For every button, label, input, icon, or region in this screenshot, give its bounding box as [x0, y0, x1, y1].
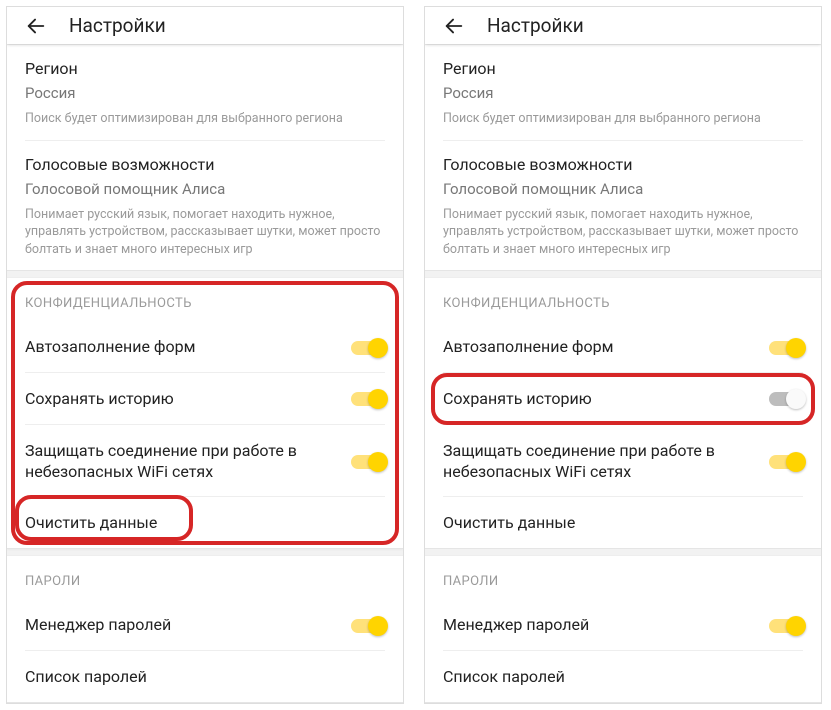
region-hint: Поиск будет оптимизирован для выбранного…	[443, 110, 803, 128]
wifi-protect-row[interactable]: Защищать соединение при работе в небезоп…	[25, 424, 385, 497]
voice-hint: Понимает русский язык, помогает находить…	[443, 206, 803, 259]
privacy-header: КОНФИДЕНЦИАЛЬНОСТЬ	[25, 278, 385, 321]
settings-screen-right: Настройки Регион Россия Поиск будет опти…	[424, 6, 822, 704]
region-setting[interactable]: Регион Россия Поиск будет оптимизирован …	[443, 45, 803, 140]
autofill-label: Автозаполнение форм	[443, 337, 614, 358]
history-label: Сохранять историю	[25, 389, 174, 410]
history-label: Сохранять историю	[443, 389, 592, 410]
clear-data-row[interactable]: Очистить данные	[25, 496, 385, 548]
password-manager-label: Менеджер паролей	[25, 615, 171, 636]
page-title: Настройки	[487, 14, 584, 37]
history-toggle[interactable]	[351, 392, 385, 406]
wifi-protect-label: Защищать соединение при работе в небезоп…	[443, 441, 757, 483]
wifi-protect-row[interactable]: Защищать соединение при работе в небезоп…	[443, 424, 803, 497]
voice-hint: Понимает русский язык, помогает находить…	[25, 206, 385, 259]
wifi-protect-label: Защищать соединение при работе в небезоп…	[25, 441, 339, 483]
settings-screen-left: Настройки Регион Россия Поиск будет опти…	[6, 6, 404, 704]
autofill-toggle[interactable]	[351, 341, 385, 355]
privacy-section: КОНФИДЕНЦИАЛЬНОСТЬ Автозаполнение форм С…	[425, 277, 821, 549]
passwords-header: ПАРОЛИ	[443, 556, 803, 599]
privacy-header: КОНФИДЕНЦИАЛЬНОСТЬ	[443, 278, 803, 321]
password-manager-toggle[interactable]	[351, 619, 385, 633]
region-setting[interactable]: Регион Россия Поиск будет оптимизирован …	[25, 45, 385, 140]
region-value: Россия	[443, 84, 803, 102]
voice-label: Голосовые возможности	[443, 155, 803, 174]
passwords-header: ПАРОЛИ	[25, 556, 385, 599]
region-label: Регион	[25, 59, 385, 78]
password-manager-row[interactable]: Менеджер паролей	[443, 599, 803, 650]
voice-value: Голосовой помощник Алиса	[25, 180, 385, 198]
wifi-protect-toggle[interactable]	[769, 455, 803, 469]
password-manager-label: Менеджер паролей	[443, 615, 589, 636]
clear-data-label: Очистить данные	[25, 513, 157, 534]
autofill-row[interactable]: Автозаполнение форм	[25, 321, 385, 372]
password-manager-toggle[interactable]	[769, 619, 803, 633]
voice-setting[interactable]: Голосовые возможности Голосовой помощник…	[443, 140, 803, 271]
password-list-label: Список паролей	[25, 667, 147, 688]
clear-data-label: Очистить данные	[443, 513, 575, 534]
region-label: Регион	[443, 59, 803, 78]
autofill-row[interactable]: Автозаполнение форм	[443, 321, 803, 372]
region-value: Россия	[25, 84, 385, 102]
back-arrow-icon[interactable]	[25, 15, 47, 37]
voice-label: Голосовые возможности	[25, 155, 385, 174]
password-list-row[interactable]: Список паролей	[25, 650, 385, 702]
password-list-label: Список паролей	[443, 667, 565, 688]
topbar: Настройки	[425, 7, 821, 44]
password-list-row[interactable]: Список паролей	[443, 650, 803, 702]
back-arrow-icon[interactable]	[443, 15, 465, 37]
history-row[interactable]: Сохранять историю	[25, 372, 385, 424]
voice-value: Голосовой помощник Алиса	[443, 180, 803, 198]
passwords-section: ПАРОЛИ Менеджер паролей Список паролей	[425, 555, 821, 703]
region-hint: Поиск будет оптимизирован для выбранного…	[25, 110, 385, 128]
wifi-protect-toggle[interactable]	[351, 455, 385, 469]
voice-setting[interactable]: Голосовые возможности Голосовой помощник…	[25, 140, 385, 271]
topbar: Настройки	[7, 7, 403, 44]
passwords-section: ПАРОЛИ Менеджер паролей Список паролей	[7, 555, 403, 703]
page-title: Настройки	[69, 14, 166, 37]
history-toggle[interactable]	[769, 392, 803, 406]
autofill-toggle[interactable]	[769, 341, 803, 355]
autofill-label: Автозаполнение форм	[25, 337, 196, 358]
history-row[interactable]: Сохранять историю	[443, 372, 803, 424]
privacy-section: КОНФИДЕНЦИАЛЬНОСТЬ Автозаполнение форм С…	[7, 277, 403, 549]
clear-data-row[interactable]: Очистить данные	[443, 496, 803, 548]
password-manager-row[interactable]: Менеджер паролей	[25, 599, 385, 650]
